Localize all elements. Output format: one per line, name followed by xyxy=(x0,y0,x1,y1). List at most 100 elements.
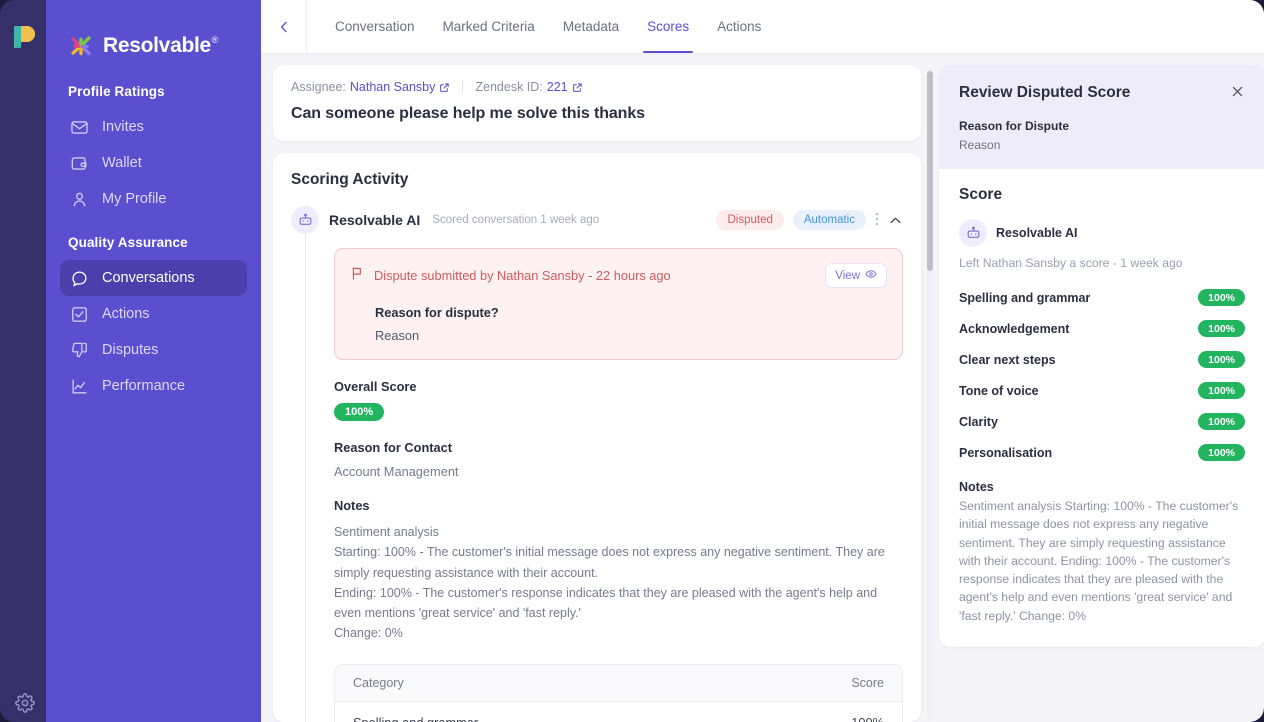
dispute-question: Reason for dispute? xyxy=(375,305,499,320)
external-link-icon[interactable] xyxy=(572,82,583,93)
assignee-link[interactable]: Nathan Sansby xyxy=(350,80,435,94)
chevron-up-icon[interactable] xyxy=(888,213,903,228)
brand-trademark: ® xyxy=(211,35,219,45)
zendesk-label: Zendesk ID: xyxy=(475,80,543,94)
conversation-title: Can someone please help me solve this th… xyxy=(291,105,645,122)
reason-for-contact-value: Account Management xyxy=(334,464,459,479)
score-name: Clear next steps xyxy=(959,352,1056,367)
line-chart-icon xyxy=(70,377,89,396)
zendesk-id-link[interactable]: 221 xyxy=(547,80,568,94)
scorer-row: Resolvable AI Scored conversation 1 week… xyxy=(291,206,903,234)
panel-score-list: Spelling and grammar 100% Acknowledgemen… xyxy=(959,282,1245,468)
dispute-answer: Reason xyxy=(375,328,420,343)
sidebar-item-label: Performance xyxy=(102,378,186,394)
brand-logo[interactable]: Resolvable ® xyxy=(46,0,261,66)
sidebar-section-quality-assurance: Quality Assurance xyxy=(68,235,188,250)
category-score: 100% xyxy=(851,714,884,722)
checkbox-icon xyxy=(70,305,89,324)
tab-scores[interactable]: Scores xyxy=(635,0,701,53)
tab-bar: Conversation Marked Criteria Metadata Sc… xyxy=(307,0,773,53)
conversation-header-card: Assignee: Nathan Sansby Zendesk ID: 221 xyxy=(273,65,921,141)
status-badge-disputed: Disputed xyxy=(716,210,784,230)
sidebar-item-label: Conversations xyxy=(102,270,195,286)
sidebar-item-label: Wallet xyxy=(102,155,142,171)
score-name: Acknowledgement xyxy=(959,321,1070,336)
resolvable-x-icon xyxy=(68,33,94,59)
list-item: Tone of voice 100% xyxy=(959,375,1245,406)
scoring-timeline: Dispute submitted by Nathan Sansby - 22 … xyxy=(305,234,903,722)
score-name: Clarity xyxy=(959,414,998,429)
envelope-icon xyxy=(70,118,89,137)
conversation-meta: Assignee: Nathan Sansby Zendesk ID: 221 xyxy=(291,80,903,94)
sidebar-section-profile-ratings: Profile Ratings xyxy=(68,84,165,99)
tab-marked-criteria[interactable]: Marked Criteria xyxy=(431,0,547,53)
scoring-activity-heading: Scoring Activity xyxy=(291,171,409,188)
wallet-icon xyxy=(70,154,89,173)
tab-actions[interactable]: Actions xyxy=(705,0,773,53)
dispute-header: Dispute submitted by Nathan Sansby - 22 … xyxy=(350,263,887,288)
score-name: Personalisation xyxy=(959,445,1053,460)
panel-notes-body: Sentiment analysis Starting: 100% - The … xyxy=(959,499,1239,623)
sidebar-item-label: Actions xyxy=(102,306,150,322)
scorer-name: Resolvable AI xyxy=(329,212,421,228)
meta-divider xyxy=(462,80,464,94)
eye-icon xyxy=(865,268,877,283)
sidebar-item-my-profile[interactable]: My Profile xyxy=(60,181,247,217)
content-area: Conversation Marked Criteria Metadata Sc… xyxy=(261,0,1264,722)
score-name: Tone of voice xyxy=(959,383,1039,398)
resolvable-mark-icon[interactable] xyxy=(9,22,39,52)
sidebar: Resolvable ® Profile Ratings Invites Wall… xyxy=(46,0,261,722)
category-name: Spelling and grammar xyxy=(353,714,479,722)
dispute-headline: Dispute submitted by Nathan Sansby - 22 … xyxy=(374,268,671,283)
sidebar-item-actions[interactable]: Actions xyxy=(60,296,247,332)
app-window: Resolvable ® Profile Ratings Invites Wall… xyxy=(0,0,1264,722)
person-icon xyxy=(70,190,89,209)
robot-icon xyxy=(959,219,987,247)
overall-score-chip: 100% xyxy=(334,403,385,421)
status-badge-automatic: Automatic xyxy=(792,210,866,230)
panel-score-heading: Score xyxy=(959,186,1003,203)
panel-title: Review Disputed Score xyxy=(959,84,1131,101)
table-header-row: Category Score xyxy=(335,664,902,702)
sidebar-item-label: My Profile xyxy=(102,191,167,207)
score-chip: 100% xyxy=(1198,444,1245,461)
tab-metadata[interactable]: Metadata xyxy=(551,0,631,53)
reason-for-dispute-value: Reason xyxy=(959,138,1001,152)
panel-scorer-name: Resolvable AI xyxy=(996,226,1078,240)
view-dispute-button[interactable]: View xyxy=(825,263,887,288)
tab-conversation[interactable]: Conversation xyxy=(323,0,427,53)
reason-for-contact-label: Reason for Contact xyxy=(334,440,453,455)
scrollbar-track[interactable] xyxy=(927,69,933,722)
panel-scorer-row: Resolvable AI xyxy=(959,219,1245,247)
gear-icon[interactable] xyxy=(15,693,35,713)
panel-body: Score Resolvable AI Left Nathan Sansby a… xyxy=(939,169,1264,647)
category-score-table: Category Score Spelling and grammar 100%… xyxy=(334,663,903,722)
sidebar-item-label: Disputes xyxy=(102,342,159,358)
sidebar-item-conversations[interactable]: Conversations xyxy=(60,260,247,296)
chevron-left-icon xyxy=(280,21,287,32)
notes-body: Sentiment analysis Starting: 100% - The … xyxy=(334,525,885,641)
sidebar-item-label: Invites xyxy=(102,119,144,135)
sidebar-item-performance[interactable]: Performance xyxy=(60,368,247,404)
flag-icon xyxy=(350,266,365,286)
review-disputed-score-panel: Review Disputed Score Reason for Dispute… xyxy=(939,65,1264,648)
close-icon[interactable] xyxy=(1230,84,1245,102)
score-chip: 100% xyxy=(1198,382,1245,399)
external-link-icon[interactable] xyxy=(439,82,450,93)
scrollbar-thumb[interactable] xyxy=(927,71,933,271)
sidebar-item-wallet[interactable]: Wallet xyxy=(60,145,247,181)
sidebar-item-disputes[interactable]: Disputes xyxy=(60,332,247,368)
main-column: Assignee: Nathan Sansby Zendesk ID: 221 xyxy=(273,65,921,722)
list-item: Personalisation 100% xyxy=(959,437,1245,468)
reason-for-dispute-label: Reason for Dispute xyxy=(959,119,1070,133)
kebab-menu-icon[interactable] xyxy=(875,211,879,230)
chat-bubble-icon xyxy=(70,269,89,288)
list-item: Acknowledgement 100% xyxy=(959,313,1245,344)
score-chip: 100% xyxy=(1198,289,1245,306)
column-header-score: Score xyxy=(851,675,884,690)
sidebar-item-invites[interactable]: Invites xyxy=(60,109,247,145)
content-scrollbar[interactable] xyxy=(921,65,939,722)
back-button[interactable] xyxy=(261,0,307,53)
score-chip: 100% xyxy=(1198,320,1245,337)
view-button-label: View xyxy=(835,269,860,282)
